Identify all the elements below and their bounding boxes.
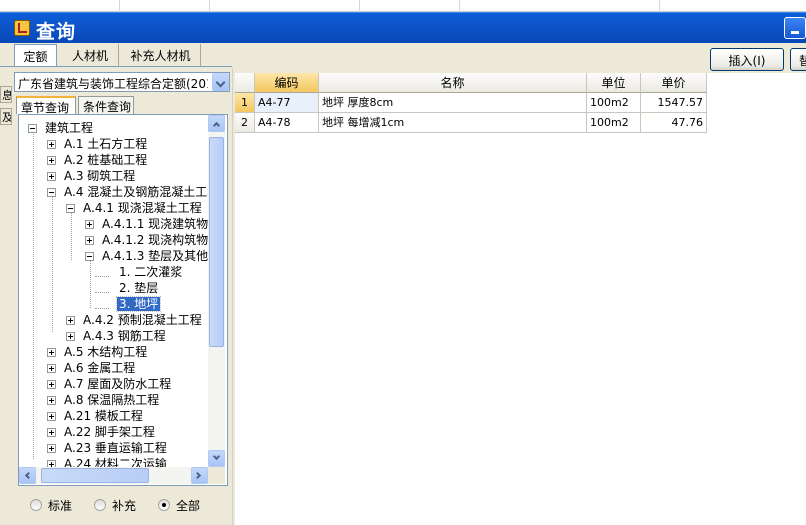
- expand-icon[interactable]: [47, 412, 56, 421]
- tree-node[interactable]: A.2 桩基础工程: [44, 152, 149, 168]
- cell-price[interactable]: 1547.57: [641, 93, 707, 113]
- tree-connector: [95, 308, 109, 309]
- tree-node[interactable]: 建筑工程: [25, 120, 95, 136]
- radio-button[interactable]: [94, 499, 106, 511]
- scroll-left-button[interactable]: [19, 467, 36, 484]
- tree-node[interactable]: A.4.1.3 垫层及其他: [82, 248, 208, 264]
- expand-icon[interactable]: [47, 156, 56, 165]
- scroll-up-button[interactable]: [208, 115, 225, 132]
- cell-code[interactable]: A4-77: [255, 93, 319, 113]
- column-header-price[interactable]: 单价: [641, 73, 707, 93]
- column-header-code[interactable]: 编码: [255, 73, 319, 93]
- tree-node[interactable]: A.5 木结构工程: [44, 344, 149, 360]
- grid-header: 编码 名称 单位 单价: [235, 73, 806, 93]
- expand-icon[interactable]: [47, 460, 56, 467]
- chevron-down-icon[interactable]: [212, 73, 229, 91]
- chapter-tree[interactable]: 建筑工程 A.1 土石方工程 A.2 桩基础工程 A.3 砌筑工程 A.4 混凝…: [18, 114, 228, 486]
- tree-node[interactable]: A.24 材料二次运输: [44, 456, 169, 467]
- cell-unit[interactable]: 100m2: [587, 93, 641, 113]
- cell-price[interactable]: 47.76: [641, 113, 707, 133]
- tree-node[interactable]: A.6 金属工程: [44, 360, 137, 376]
- tree-connector: [95, 292, 109, 293]
- expand-icon[interactable]: [47, 444, 56, 453]
- cell-name[interactable]: 地坪 厚度8cm: [319, 93, 587, 113]
- tree-connector: [71, 212, 72, 260]
- tab-chapter-query[interactable]: 章节查询: [16, 96, 76, 115]
- collapse-icon[interactable]: [85, 252, 94, 261]
- tree-node[interactable]: A.3 砌筑工程: [44, 168, 137, 184]
- tree-node[interactable]: A.21 模板工程: [44, 408, 145, 424]
- scroll-thumb[interactable]: [41, 468, 149, 483]
- radio-button[interactable]: [158, 499, 170, 511]
- tree-node[interactable]: A.4 混凝土及钢筋混凝土工程: [44, 184, 208, 200]
- minimize-button[interactable]: [784, 17, 806, 39]
- collapse-icon[interactable]: [28, 124, 37, 133]
- expand-icon[interactable]: [66, 332, 75, 341]
- column-header-unit[interactable]: 单位: [587, 73, 641, 93]
- tree-node[interactable]: A.4.1 现浇混凝土工程: [63, 200, 204, 216]
- rate-book-value: 广东省建筑与装饰工程综合定额(2010): [18, 77, 208, 91]
- window-title: 查询: [36, 21, 77, 43]
- tree-leaf-selected[interactable]: 3. 地坪: [115, 296, 162, 312]
- collapse-icon[interactable]: [66, 204, 75, 213]
- row-number: 2: [235, 113, 255, 133]
- tree-node[interactable]: A.4.1.1 现浇建筑物: [82, 216, 208, 232]
- tree-connector: [95, 276, 109, 277]
- tree-connector: [52, 196, 53, 332]
- expand-icon[interactable]: [47, 140, 56, 149]
- background-strip: [0, 0, 806, 12]
- column-header-name[interactable]: 名称: [319, 73, 587, 93]
- expand-icon[interactable]: [47, 364, 56, 373]
- cell-name[interactable]: 地坪 每增减1cm: [319, 113, 587, 133]
- tree-node[interactable]: A.4.3 钢筋工程: [63, 328, 168, 344]
- collapse-icon[interactable]: [47, 188, 56, 197]
- tree-node[interactable]: A.23 垂直运输工程: [44, 440, 169, 456]
- expand-icon[interactable]: [47, 428, 56, 437]
- rate-results-grid[interactable]: 编码 名称 单位 单价 1 A4-77 地坪 厚度8cm 100m2 1547.…: [235, 73, 806, 525]
- expand-icon[interactable]: [47, 380, 56, 389]
- tab-divider: [0, 66, 232, 67]
- cell-code[interactable]: A4-78: [255, 113, 319, 133]
- radio-button[interactable]: [30, 499, 42, 511]
- expand-icon[interactable]: [85, 236, 94, 245]
- library-filter-radio-group: 标准 补充 全部: [18, 490, 228, 518]
- tree-connector: [90, 260, 91, 308]
- replace-button[interactable]: 替: [790, 48, 806, 71]
- tree-node[interactable]: A.22 脚手架工程: [44, 424, 157, 440]
- tree-node[interactable]: A.8 保温隔热工程: [44, 392, 161, 408]
- horizontal-scrollbar[interactable]: [19, 467, 208, 484]
- tab-condition-query[interactable]: 条件查询: [78, 96, 134, 114]
- tree-body: 建筑工程 A.1 土石方工程 A.2 桩基础工程 A.3 砌筑工程 A.4 混凝…: [19, 115, 208, 467]
- rate-book-dropdown[interactable]: 广东省建筑与装饰工程综合定额(2010): [14, 72, 230, 92]
- expand-icon[interactable]: [47, 348, 56, 357]
- tree-node[interactable]: A.4.1.2 现浇构筑物: [82, 232, 208, 248]
- tree-node[interactable]: A.1 土石方工程: [44, 136, 149, 152]
- vertical-scrollbar[interactable]: [208, 115, 225, 467]
- scrollbar-corner: [208, 467, 225, 484]
- scroll-down-button[interactable]: [208, 450, 225, 467]
- tab-supplementary-lmm[interactable]: 补充人材机: [121, 44, 201, 66]
- scroll-right-button[interactable]: [191, 467, 208, 484]
- tree-leaf[interactable]: 1. 二次灌浆: [117, 264, 184, 280]
- expand-icon[interactable]: [47, 396, 56, 405]
- tree-node[interactable]: A.7 屋面及防水工程: [44, 376, 173, 392]
- insert-button[interactable]: 插入(I): [710, 48, 784, 71]
- tree-connector: [33, 132, 34, 459]
- expand-icon[interactable]: [85, 220, 94, 229]
- edge-tab-fragment[interactable]: 息: [0, 86, 12, 103]
- tab-labor-material-machine[interactable]: 人材机: [62, 44, 119, 66]
- expand-icon[interactable]: [47, 172, 56, 181]
- app-icon: [14, 20, 30, 36]
- title-bar[interactable]: 查询: [0, 12, 806, 43]
- scroll-thumb[interactable]: [209, 137, 224, 347]
- row-number-header: [235, 73, 255, 93]
- row-number: 1: [235, 93, 255, 113]
- expand-icon[interactable]: [66, 316, 75, 325]
- tree-node[interactable]: A.4.2 预制混凝土工程: [63, 312, 204, 328]
- cell-unit[interactable]: 100m2: [587, 113, 641, 133]
- edge-tab-fragment[interactable]: 及: [0, 108, 12, 125]
- tab-rate[interactable]: 定额: [14, 44, 57, 66]
- tree-leaf[interactable]: 2. 垫层: [117, 280, 160, 296]
